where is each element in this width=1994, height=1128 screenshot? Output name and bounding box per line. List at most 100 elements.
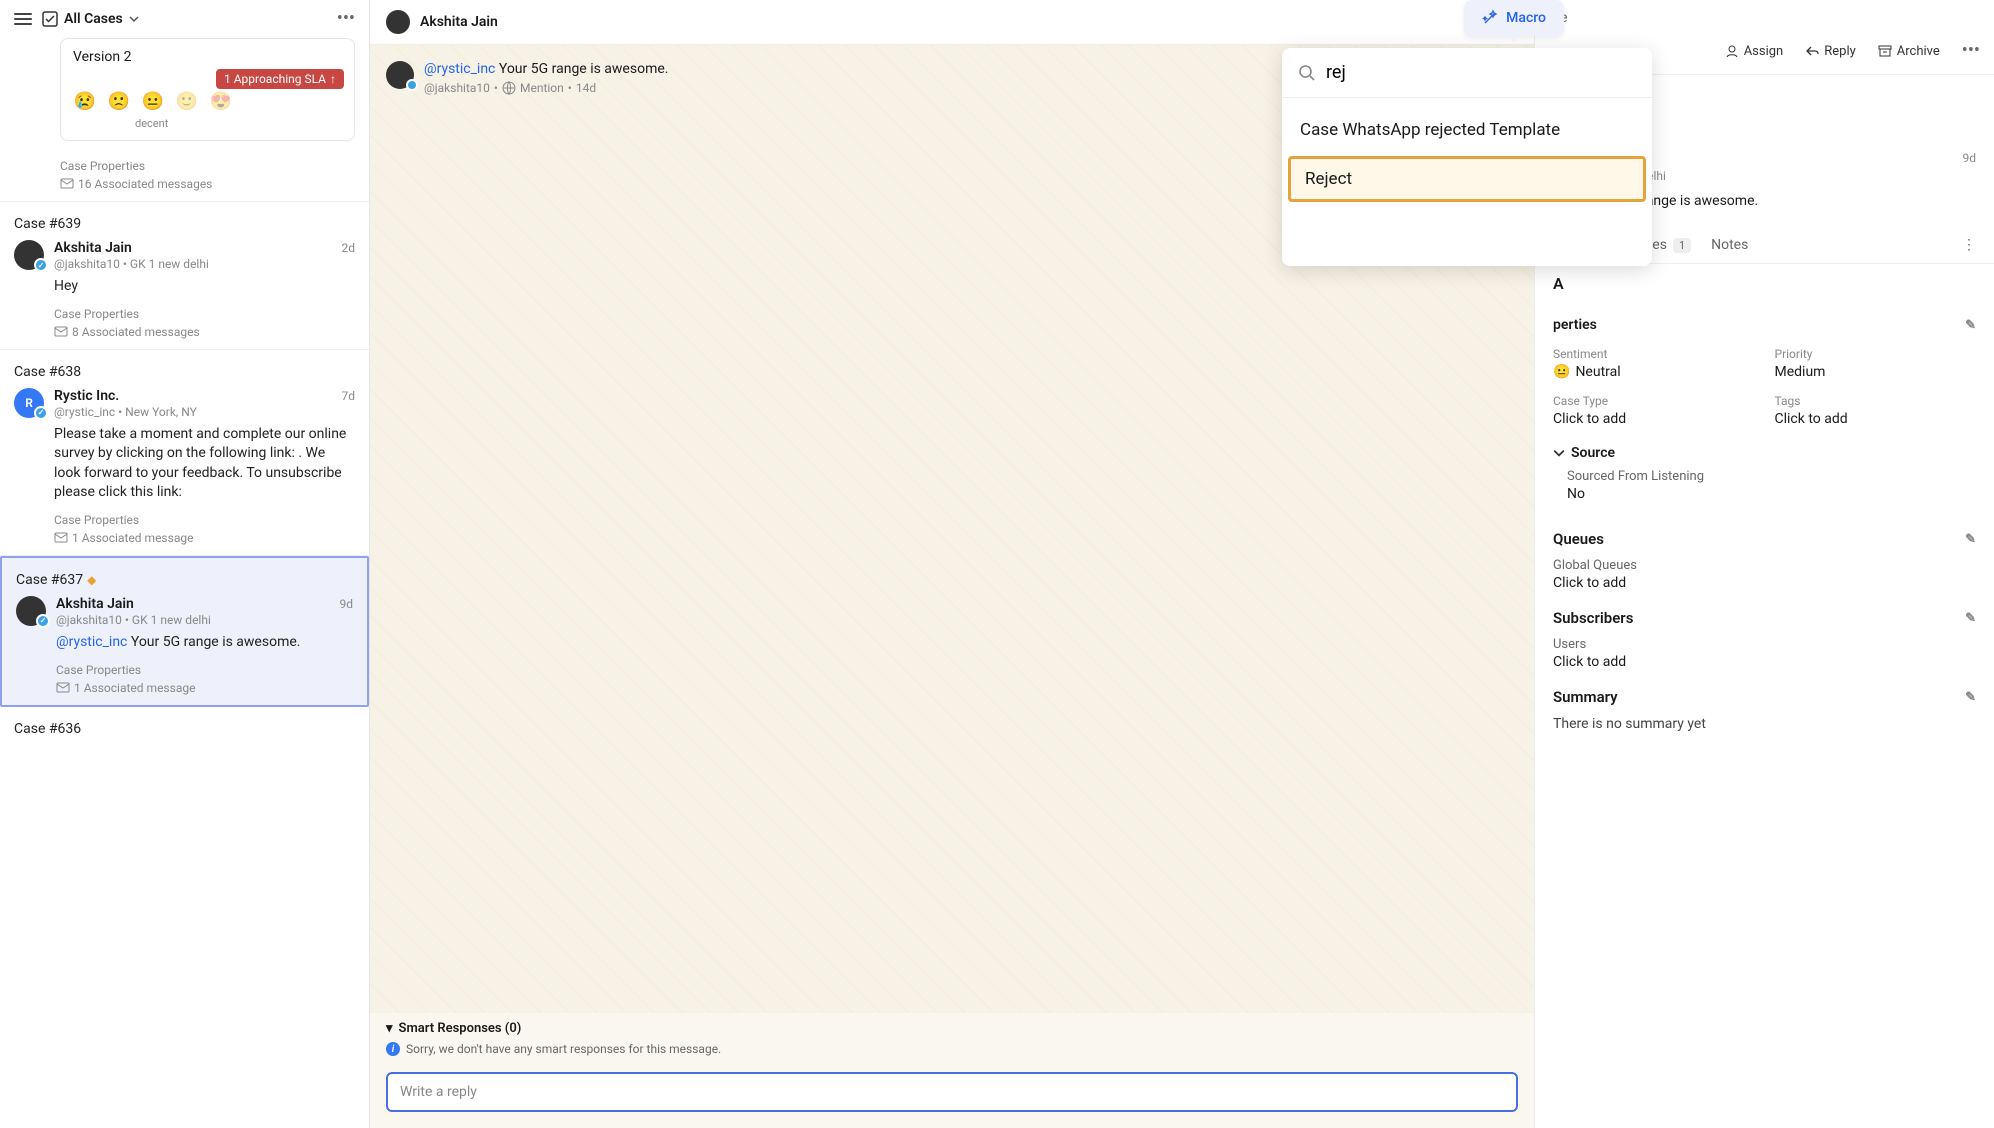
case-author-handle: @jakshita10 • GK 1 new delhi — [56, 613, 353, 627]
case-id: Case #638 — [14, 364, 355, 380]
message-text: @rystic_inc Your 5G range is awesome. — [424, 61, 668, 77]
tab-profile-partial[interactable]: file — [1535, 0, 1994, 36]
case-properties-link[interactable]: Case Properties — [56, 663, 353, 677]
source-value: No — [1567, 486, 1976, 502]
tab-count-badge: 1 — [1673, 238, 1691, 253]
globe-icon — [502, 81, 516, 95]
subscribers-label: Users — [1553, 637, 1976, 652]
conversation-header: Akshita Jain #637 — [370, 0, 1534, 45]
sla-badge: 1 Approaching SLA ↑ — [216, 69, 344, 89]
avatar — [386, 10, 410, 34]
case-message-preview: @rystic_inc Your 5G range is awesome. — [56, 633, 353, 653]
property-value: 😐 Neutral — [1553, 364, 1755, 380]
avatar: R✓ — [14, 388, 44, 418]
property-value-add[interactable]: Click to add — [1553, 411, 1755, 427]
avatar: ✓ — [16, 596, 46, 626]
letter-fragment: A — [1535, 264, 1994, 303]
property-label: Sentiment — [1553, 347, 1755, 361]
hamburger-menu[interactable] — [14, 13, 32, 25]
subscribers-add[interactable]: Click to add — [1553, 654, 1976, 670]
edit-summary-button[interactable]: ✎ — [1965, 690, 1976, 705]
macro-popover: Case WhatsApp rejected Template Reject — [1282, 48, 1652, 266]
archive-button[interactable]: Archive — [1878, 44, 1940, 59]
arrow-up-icon: ↑ — [330, 72, 336, 86]
caret-down-icon: ▾ — [386, 1021, 393, 1036]
reply-button[interactable]: Reply — [1805, 44, 1856, 59]
case-properties-link[interactable]: Case Properties — [54, 513, 355, 527]
case-id: Case #637 ◆ — [16, 572, 353, 588]
message-icon — [60, 177, 74, 191]
emoji-smile[interactable]: 🙂 — [175, 89, 199, 113]
associated-messages-link[interactable]: 8 Associated messages — [54, 325, 355, 339]
case-list-item-selected[interactable]: Case #637 ◆ ✓ Akshita Jain 9d @jakshita1… — [0, 556, 369, 707]
case-list-item[interactable]: Case #638 R✓ Rystic Inc. 7d @rystic_inc … — [0, 350, 369, 556]
case-author-name: Akshita Jain — [56, 596, 134, 612]
version-title: Version 2 — [73, 49, 342, 65]
case-message-preview: Hey — [54, 277, 355, 297]
source-section-toggle[interactable]: Source — [1553, 445, 1976, 461]
subscribers-heading: Subscribers — [1553, 609, 1633, 627]
case-id: Case #639 — [14, 216, 355, 232]
avatar — [386, 61, 414, 89]
reply-input[interactable]: Write a reply — [386, 1072, 1518, 1112]
message-icon — [54, 325, 68, 339]
case-properties-link[interactable]: Case Properties — [60, 159, 355, 173]
macro-result-item[interactable]: Case WhatsApp rejected Template — [1282, 108, 1652, 152]
case-author-handle: @rystic_inc • New York, NY — [54, 405, 355, 419]
neutral-face-icon: 😐 — [1553, 364, 1570, 380]
case-id: Case #636 — [14, 721, 355, 737]
verified-badge-icon: ✓ — [34, 258, 48, 272]
edit-subscribers-button[interactable]: ✎ — [1965, 611, 1976, 626]
info-icon: i — [386, 1042, 400, 1056]
tab-notes[interactable]: Notes — [1711, 237, 1748, 253]
associated-messages-link[interactable]: 1 Associated message — [54, 531, 355, 545]
queues-add[interactable]: Click to add — [1553, 575, 1976, 591]
smart-responses-toggle[interactable]: ▾ Smart Responses (0) — [386, 1021, 1518, 1036]
property-value: Medium — [1775, 364, 1977, 380]
queues-heading: Queues — [1553, 530, 1604, 548]
property-value-add[interactable]: Click to add — [1775, 411, 1977, 427]
associated-messages-link[interactable]: 16 Associated messages — [60, 177, 355, 191]
verified-badge-icon: ✓ — [36, 614, 50, 628]
case-time: 9d — [339, 597, 353, 611]
summary-heading: Summary — [1553, 688, 1618, 706]
message-meta: @jakshita10 • Mention • 14d — [424, 81, 668, 95]
smart-responses-empty: i Sorry, we don't have any smart respons… — [386, 1042, 1518, 1056]
verified-badge-icon — [406, 79, 418, 91]
associated-messages-link[interactable]: 1 Associated message — [56, 681, 353, 695]
case-author-name: Akshita Jain — [54, 240, 132, 256]
chevron-down-icon — [1553, 447, 1565, 459]
emoji-crying[interactable]: 😢 — [73, 89, 97, 113]
case-author-name: Rystic Inc. — [54, 388, 119, 404]
case-filter-label: All Cases — [64, 11, 123, 27]
more-options-button[interactable]: ••• — [337, 10, 355, 28]
emoji-heart-eyes[interactable]: 😍 — [209, 89, 233, 113]
message-icon — [56, 681, 70, 695]
search-icon — [1298, 64, 1316, 82]
case-time: 2d — [341, 241, 355, 255]
emoji-neutral[interactable]: 😐 — [141, 89, 165, 113]
edit-queues-button[interactable]: ✎ — [1965, 532, 1976, 547]
edit-properties-button[interactable]: ✎ — [1965, 318, 1976, 333]
summary-text: There is no summary yet — [1535, 710, 1994, 738]
case-properties-link[interactable]: Case Properties — [54, 307, 355, 321]
macro-search-input[interactable] — [1326, 62, 1636, 83]
case-author-handle: @jakshita10 • GK 1 new delhi — [54, 257, 355, 271]
archive-icon — [1878, 44, 1892, 58]
more-actions-button[interactable]: ••• — [1962, 42, 1980, 60]
assign-button[interactable]: Assign — [1725, 44, 1784, 59]
emoji-frown[interactable]: 🙁 — [107, 89, 131, 113]
properties-heading: perties — [1553, 317, 1597, 333]
macro-result-item-highlighted[interactable]: Reject — [1288, 156, 1646, 202]
case-list-item[interactable]: Case #639 ✓ Akshita Jain 2d @jakshita10 … — [0, 202, 369, 350]
tabs-more-button[interactable]: ⋮ — [1962, 237, 1976, 253]
case-time: 7d — [341, 389, 355, 403]
case-filter-selector[interactable]: All Cases — [42, 11, 139, 27]
chevron-down-icon — [129, 14, 139, 24]
verified-badge-icon: ✓ — [34, 406, 48, 420]
emoji-reactions: 😢 🙁 😐 🙂 😍 — [73, 89, 342, 113]
detail-time: 9d — [1962, 151, 1976, 183]
macro-button[interactable]: Macro — [1464, 0, 1564, 36]
case-list-item[interactable]: Case #636 — [0, 707, 369, 755]
assign-icon — [1725, 44, 1739, 58]
